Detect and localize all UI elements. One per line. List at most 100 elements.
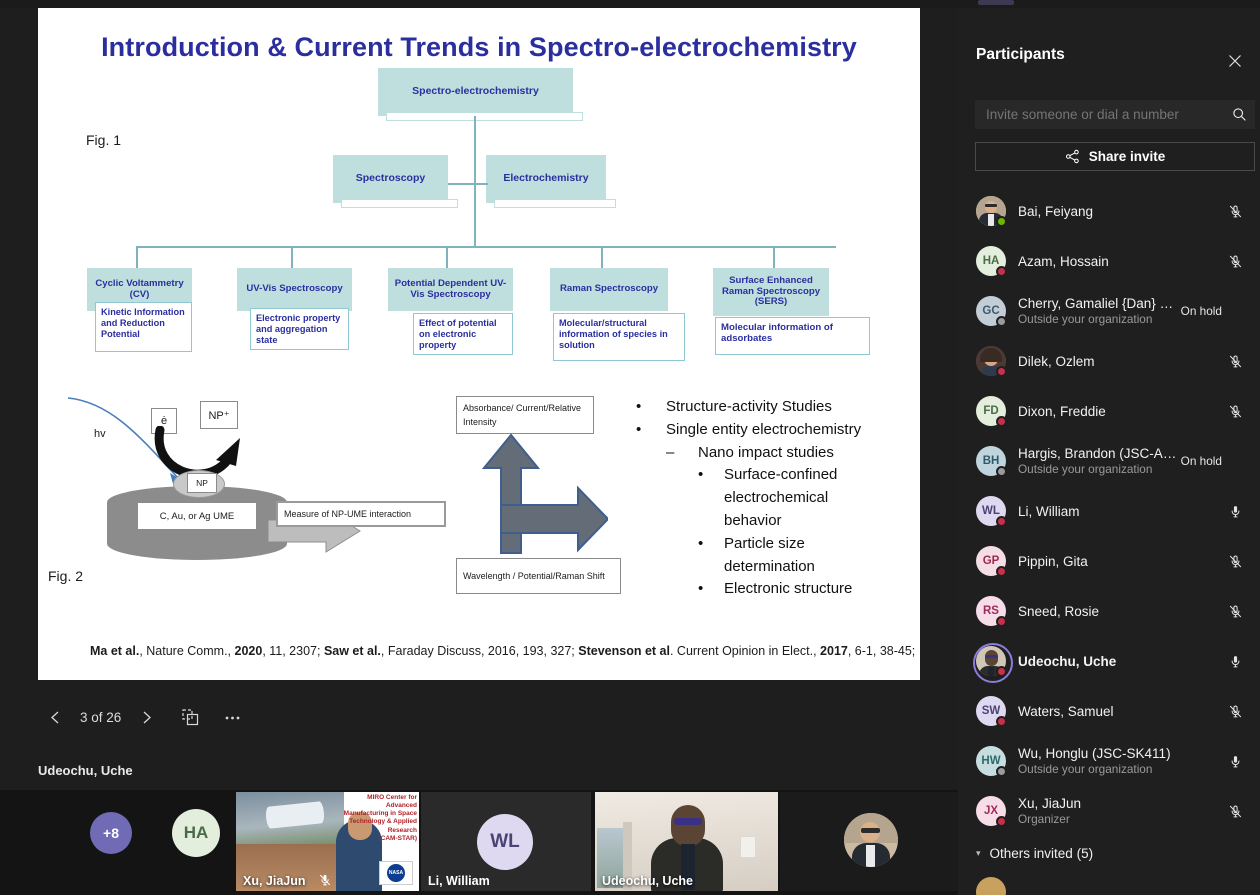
- connector-drop-4: [601, 246, 603, 268]
- avatar-glasses: [861, 828, 880, 833]
- mic-muted-icon[interactable]: [1222, 404, 1248, 419]
- presence-indicator: [996, 566, 1007, 577]
- fig2-label: Fig. 2: [48, 568, 84, 584]
- participant-name: Xu, JiaJun: [1018, 796, 1082, 811]
- mic-muted-icon[interactable]: [1222, 204, 1248, 219]
- close-icon[interactable]: [1222, 48, 1248, 74]
- mic-muted-icon[interactable]: [1222, 804, 1248, 819]
- participant-tile-bai[interactable]: [780, 792, 958, 891]
- participant-row[interactable]: HA Azam, Hossain: [958, 236, 1260, 286]
- participants-panel: Participants Invite someone or dial a nu…: [958, 8, 1260, 895]
- flow-root-label: Spectro-electrochemistry: [412, 85, 539, 98]
- mic-muted-icon[interactable]: [1222, 554, 1248, 569]
- more-options-icon[interactable]: [215, 700, 249, 734]
- avatar: GC: [976, 296, 1007, 327]
- participant-tile-li[interactable]: WL Li, William: [421, 792, 591, 891]
- participant-info: Dixon, Freddie: [1006, 404, 1222, 419]
- avatar: GP: [976, 546, 1007, 577]
- list-item: – Nano impact studies: [636, 442, 916, 465]
- participant-row[interactable]: GCCherry, Gamaliel {Dan} (JSC...Outside …: [958, 286, 1260, 336]
- participant-info: Udeochu, Uche: [1006, 654, 1222, 669]
- presence-indicator: [996, 316, 1007, 327]
- presence-indicator: [996, 466, 1007, 477]
- search-input[interactable]: [975, 107, 1226, 122]
- connector-level3-spine: [136, 246, 836, 248]
- mic-muted-icon[interactable]: [1222, 604, 1248, 619]
- shared-content-stage: Introduction & Current Trends in Spectro…: [0, 8, 958, 790]
- participant-row[interactable]: Udeochu, Uche: [958, 636, 1260, 686]
- participant-row[interactable]: Bai, Feiyang: [958, 186, 1260, 236]
- participant-row[interactable]: WL Li, William: [958, 486, 1260, 536]
- avatar: [973, 643, 1013, 683]
- avatar-initials: HA: [172, 809, 220, 857]
- teams-meeting-window: Introduction & Current Trends in Spectro…: [0, 0, 1260, 895]
- flow-pd-uvvis-box: Potential Dependent UV-Vis Spectroscopy: [388, 268, 513, 311]
- mic-muted-icon[interactable]: [1222, 704, 1248, 719]
- participant-tile-udeochu[interactable]: Udeochu, Uche: [595, 792, 778, 891]
- flow-sers-box: Surface Enhanced Raman Spectroscopy (SER…: [713, 268, 829, 316]
- participant-row[interactable]: GP Pippin, Gita: [958, 536, 1260, 586]
- flow-sers-detail: Molecular information of adsorbates: [715, 317, 870, 355]
- participant-row[interactable]: FD Dixon, Freddie: [958, 386, 1260, 436]
- mic-unmuted-icon[interactable]: [1222, 654, 1248, 669]
- mic-muted-icon[interactable]: [1222, 254, 1248, 269]
- participant-name: Hargis, Brandon (JSC-AD4)...: [1018, 446, 1177, 461]
- slide-counter: 3 of 26: [80, 709, 122, 725]
- participant-row[interactable]: BHHargis, Brandon (JSC-AD4)...Outside yo…: [958, 436, 1260, 486]
- others-invited-section-toggle[interactable]: ▾ Others invited (5): [958, 836, 1260, 867]
- avatar: HW: [976, 746, 1007, 777]
- bullet-list: • Structure-activity Studies • Single en…: [636, 396, 916, 601]
- ref-bold: Stevenson et al: [578, 644, 670, 658]
- np-plus-box: NP⁺: [200, 401, 238, 429]
- nasa-logo-badge: NASA: [379, 861, 413, 885]
- bullet-text: Particle size determination: [724, 534, 815, 575]
- slide-overlay-text: MIRO Center for Advanced Manufacturing i…: [343, 794, 417, 843]
- list-item: • Single entity electrochemistry: [636, 419, 916, 442]
- flow-uvvis-box: UV-Vis Spectroscopy: [237, 268, 352, 311]
- participant-info: Dilek, Ozlem: [1006, 354, 1222, 369]
- bullet-marker: •: [636, 398, 642, 415]
- flow-pd-uvvis-detail: Effect of potential on electronic proper…: [413, 313, 513, 355]
- participants-list[interactable]: Bai, Feiyang HA Azam, Hossain GC Cherry, Gam…: [958, 186, 1260, 895]
- presentation-slide[interactable]: Introduction & Current Trends in Spectro…: [38, 8, 920, 680]
- participant-row[interactable]: HW Wu, Honglu (JSC-SK411) Outside your org…: [958, 736, 1260, 786]
- list-item: • Particle size determination: [636, 533, 916, 579]
- connector-level2-horizontal: [448, 183, 488, 185]
- participant-info: Xu, JiaJun Organizer: [1006, 796, 1222, 826]
- share-invite-button[interactable]: Share invite: [975, 142, 1255, 171]
- drag-handle-pill: [978, 0, 1014, 5]
- participant-name: Dixon, Freddie: [1018, 403, 1106, 419]
- flow-raman-detail: Molecular/structural information of spec…: [553, 313, 685, 361]
- participants-panel-header: Participants: [958, 8, 1260, 67]
- avatar-initials: WL: [477, 814, 533, 870]
- mic-unmuted-icon[interactable]: [1222, 754, 1248, 769]
- next-slide-button[interactable]: [129, 700, 163, 734]
- invite-search-container[interactable]: [975, 100, 1255, 129]
- mic-unmuted-icon[interactable]: [1222, 504, 1248, 519]
- participant-row[interactable]: JX Xu, JiaJun Organizer: [958, 786, 1260, 836]
- ume-label-box: C, Au, or Ag UME: [137, 502, 257, 530]
- participant-row[interactable]: RS Sneed, Rosie: [958, 586, 1260, 636]
- overflow-participants-tile[interactable]: +8: [80, 792, 140, 891]
- participant-subtitle: Outside your organization: [1018, 312, 1153, 326]
- search-icon[interactable]: [1226, 102, 1252, 128]
- participant-row[interactable]: SW Waters, Samuel: [958, 686, 1260, 736]
- participant-tile-xu[interactable]: MIRO Center for Advanced Manufacturing i…: [236, 792, 419, 891]
- presence-indicator: [996, 516, 1007, 527]
- mic-muted-icon[interactable]: [1222, 354, 1248, 369]
- participant-row-partial[interactable]: [958, 867, 1260, 895]
- ref-bold: 2017: [820, 644, 848, 658]
- flow-root-box: Spectro-electrochemistry: [378, 68, 583, 121]
- participant-row[interactable]: Dilek, Ozlem: [958, 336, 1260, 386]
- y-axis-box: Absorbance/ Current/Relative Intensity: [456, 396, 594, 434]
- bullet-marker: •: [698, 466, 704, 484]
- flow-cv-label: Cyclic Voltammetry (CV): [95, 277, 184, 300]
- presence-indicator: [996, 616, 1007, 627]
- open-in-new-window-icon[interactable]: [173, 700, 207, 734]
- previous-slide-button[interactable]: [38, 700, 72, 734]
- overlay-line: Technology & Applied: [349, 818, 417, 826]
- avatar: HA: [976, 246, 1007, 277]
- bullet-text: Nano impact studies: [698, 443, 834, 461]
- share-invite-label: Share invite: [1088, 149, 1166, 164]
- participant-tile-azam[interactable]: HA: [160, 792, 230, 891]
